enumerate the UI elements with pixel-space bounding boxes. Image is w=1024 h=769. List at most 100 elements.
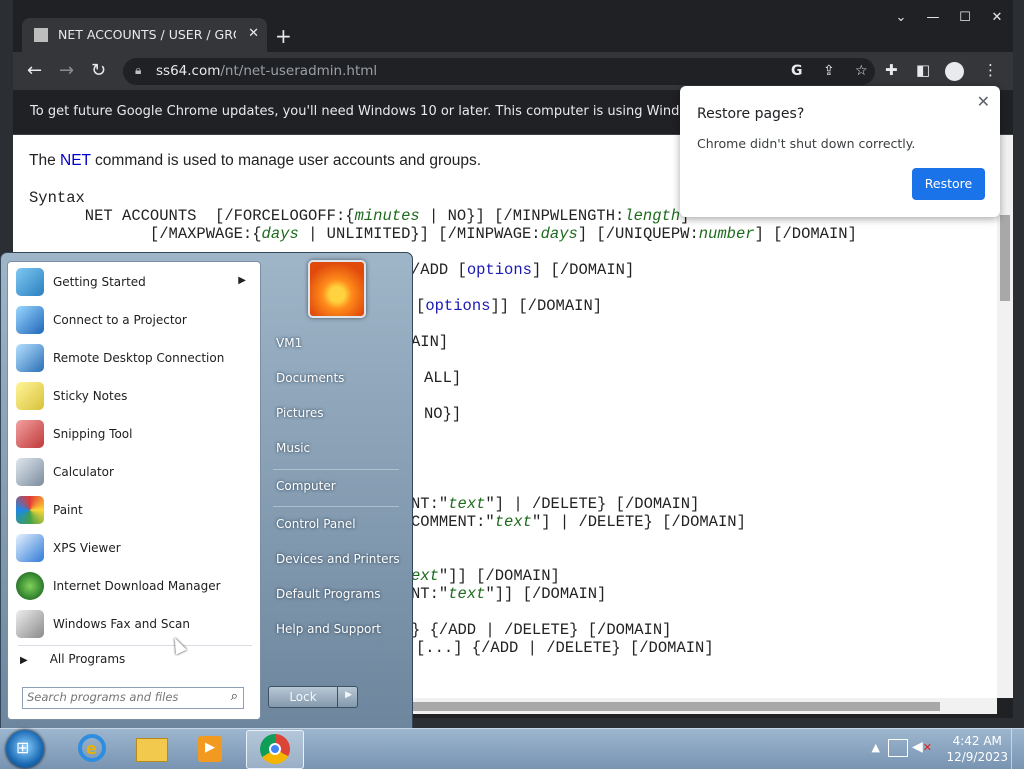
link-vm1[interactable]: VM1 — [266, 329, 402, 359]
menu-icon[interactable]: ⋮ — [983, 61, 998, 79]
programs-pane: Getting Started ▶ Connect to a Projector… — [7, 261, 261, 720]
all-programs-button[interactable]: ▶ All Programs — [20, 652, 125, 666]
restore-button[interactable]: Restore — [912, 168, 985, 200]
all-programs-label: All Programs — [49, 652, 126, 666]
url-text[interactable]: ss64.com/nt/net-useradmin.html — [156, 63, 377, 79]
link-label: VM1 — [276, 336, 303, 350]
program-idm[interactable]: Internet Download Manager — [12, 568, 256, 604]
link-label: Music — [276, 441, 311, 455]
side-panel-icon[interactable]: ◧ — [916, 61, 930, 79]
syntax-line-4: [options]] [/DOMAIN] — [416, 297, 603, 315]
lock-icon[interactable]: 🔒︎ — [135, 63, 141, 78]
program-getting-started[interactable]: Getting Started ▶ — [12, 264, 256, 300]
sticky-notes-icon — [16, 382, 44, 410]
url-domain: ss64.com — [156, 63, 221, 79]
browser-tab[interactable]: NET ACCOUNTS / USER / GROUP ✕ — [22, 18, 267, 52]
shutdown-options-arrow-icon[interactable]: ▶ — [345, 690, 352, 700]
paint-icon — [16, 496, 44, 524]
program-label: Sticky Notes — [53, 389, 128, 403]
search-icon[interactable]: ⌕ — [231, 689, 238, 704]
syntax-line-2: [/MAXPWAGE:{days | UNLIMITED}] [/MINPWAG… — [29, 225, 857, 243]
restore-title: Restore pages? — [697, 106, 805, 122]
clock[interactable]: 4:42 AM 12/9/2023 — [946, 733, 1008, 765]
link-default-programs[interactable]: Default Programs — [266, 580, 402, 610]
program-paint[interactable]: Paint — [12, 492, 256, 528]
vertical-scroll-thumb[interactable] — [1000, 215, 1010, 301]
lock-button-group: Lock ▶ — [268, 686, 358, 708]
getting-started-icon — [16, 268, 44, 296]
new-tab-button[interactable]: + — [275, 24, 292, 48]
show-hidden-icons-icon[interactable]: ▲ — [872, 741, 880, 754]
program-fax-scan[interactable]: Windows Fax and Scan — [12, 606, 256, 642]
search-input[interactable] — [27, 690, 217, 704]
maximize-button[interactable]: ☐ — [949, 8, 981, 30]
intro-pre: The — [29, 152, 61, 169]
program-calculator[interactable]: Calculator — [12, 454, 256, 490]
infobar-text: To get future Google Chrome updates, you… — [30, 104, 722, 119]
show-desktop-button[interactable] — [1011, 729, 1024, 769]
close-icon[interactable]: ✕ — [977, 92, 990, 111]
syntax-line-3: /ADD [options] [/DOMAIN] — [411, 261, 635, 279]
address-bar[interactable]: 🔒︎ ss64.com/nt/net-useradmin.html G ⇪ ☆ — [123, 58, 875, 85]
minimize-button[interactable]: — — [917, 8, 949, 30]
close-window-button[interactable]: ✕ — [981, 8, 1013, 30]
taskbar-windows-explorer[interactable] — [122, 730, 178, 767]
clock-date: 12/9/2023 — [946, 750, 1008, 764]
program-xps-viewer[interactable]: XPS Viewer — [12, 530, 256, 566]
restore-pages-popup: Restore pages? Chrome didn't shut down c… — [680, 86, 1000, 217]
program-label: XPS Viewer — [53, 541, 121, 555]
program-snipping-tool[interactable]: Snipping Tool — [12, 416, 256, 452]
volume-muted-icon[interactable]: ◀✕ — [912, 739, 932, 755]
program-label: Snipping Tool — [53, 427, 133, 441]
google-icon[interactable]: G — [791, 63, 803, 79]
horizontal-scrollbar[interactable] — [410, 698, 997, 714]
syntax-line-7: NO}] — [424, 405, 462, 423]
link-music[interactable]: Music — [266, 434, 402, 464]
idm-icon — [16, 572, 44, 600]
user-picture[interactable] — [308, 260, 366, 318]
intro-text: The NET command is used to manage user a… — [29, 152, 481, 170]
program-sticky-notes[interactable]: Sticky Notes — [12, 378, 256, 414]
syntax-line-9: COMMENT:"text"] | /DELETE} [/DOMAIN] — [411, 513, 746, 531]
back-icon[interactable]: ← — [27, 60, 42, 81]
share-icon[interactable]: ⇪ — [823, 63, 835, 79]
network-icon[interactable] — [888, 739, 908, 757]
start-menu: Getting Started ▶ Connect to a Projector… — [0, 252, 413, 730]
net-link[interactable]: NET — [60, 152, 91, 169]
link-devices-printers[interactable]: Devices and Printers — [266, 545, 402, 575]
link-pictures[interactable]: Pictures — [266, 399, 402, 429]
snipping-tool-icon — [16, 420, 44, 448]
taskbar-chrome[interactable] — [246, 730, 304, 769]
syntax-line-8: NT:"text"] | /DELETE} [/DOMAIN] — [411, 495, 700, 513]
favicon-icon — [34, 28, 48, 42]
program-connect-projector[interactable]: Connect to a Projector — [12, 302, 256, 338]
syntax-line-6: ALL] — [424, 369, 462, 387]
vertical-scrollbar[interactable] — [997, 135, 1013, 698]
tab-close-icon[interactable]: ✕ — [248, 26, 259, 41]
syntax-line-12: } {/ADD | /DELETE} [/DOMAIN] — [411, 621, 672, 639]
divider — [273, 469, 399, 470]
program-label: Windows Fax and Scan — [53, 617, 191, 631]
link-help-support[interactable]: Help and Support — [266, 615, 402, 645]
divider — [18, 645, 252, 646]
link-computer[interactable]: Computer — [266, 472, 402, 502]
link-control-panel[interactable]: Control Panel — [266, 510, 402, 540]
link-label: Help and Support — [276, 622, 381, 636]
profile-icon[interactable] — [945, 62, 964, 81]
program-label: Getting Started — [53, 275, 146, 289]
search-box[interactable]: ⌕ — [22, 687, 244, 709]
program-label: Connect to a Projector — [53, 313, 187, 327]
taskbar-internet-explorer[interactable]: e — [62, 730, 118, 767]
extensions-icon[interactable]: ✚ — [885, 61, 898, 79]
horizontal-scroll-thumb[interactable] — [410, 702, 940, 711]
taskbar-media-player[interactable]: ▶ — [182, 730, 238, 767]
link-documents[interactable]: Documents — [266, 364, 402, 394]
program-remote-desktop[interactable]: Remote Desktop Connection — [12, 340, 256, 376]
start-button[interactable]: ⊞ — [6, 730, 44, 768]
url-path: /nt/net-useradmin.html — [220, 63, 378, 79]
lock-button[interactable]: Lock — [269, 687, 338, 707]
forward-icon[interactable]: → — [59, 60, 74, 81]
reload-icon[interactable]: ↻ — [91, 60, 106, 81]
star-icon[interactable]: ☆ — [855, 63, 868, 79]
tab-search-icon[interactable]: ⌄ — [885, 8, 917, 30]
